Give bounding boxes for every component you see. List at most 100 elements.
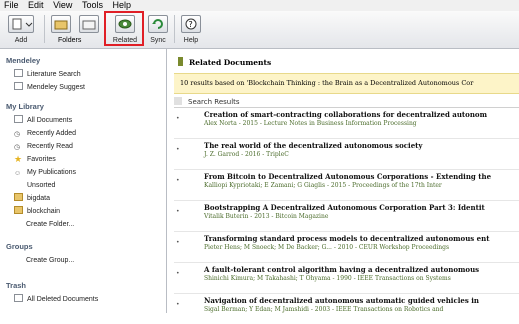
add-button[interactable]: Add: [4, 13, 38, 46]
sidebar-item-recently-read[interactable]: ◷ Recently Read: [14, 141, 73, 152]
new-folder-icon: [51, 15, 71, 33]
sidebar-item-label: Literature Search: [27, 71, 81, 78]
collapse-icon: [174, 97, 182, 105]
bullet-icon: •: [176, 115, 180, 122]
mendeley-heading: Mendeley: [6, 56, 41, 65]
create-group-link[interactable]: Create Group...: [26, 255, 74, 266]
sidebar-item-label: All Documents: [27, 117, 73, 124]
related-documents-icon: [178, 57, 183, 66]
result-item[interactable]: • Bootstrapping A Decentralized Autonomou…: [174, 201, 519, 232]
toolbar-separator: [44, 15, 45, 43]
sidebar-item-all-documents[interactable]: All Documents: [14, 115, 72, 126]
trash-heading: Trash: [6, 281, 27, 290]
search-document-icon: [14, 69, 23, 77]
result-item[interactable]: • A fault-tolerant control algorithm havi…: [174, 263, 519, 294]
result-item[interactable]: • Transforming standard process models to…: [174, 232, 519, 263]
result-item[interactable]: • The real world of the decentralized aut…: [174, 139, 519, 170]
sidebar-item-label: Unsorted: [27, 182, 56, 189]
suggest-icon: [14, 82, 23, 90]
sidebar-item-label: bigdata: [27, 195, 50, 202]
sidebar-item-bigdata[interactable]: bigdata: [14, 193, 50, 204]
sidebar-item-label: Recently Added: [27, 130, 77, 137]
clock-icon: ◷: [14, 144, 21, 151]
trash-icon: [14, 294, 23, 302]
sidebar-item-favorites[interactable]: ★ Favorites: [14, 154, 56, 165]
sidebar-item-label: All Deleted Documents: [27, 296, 99, 303]
result-item[interactable]: • Navigation of decentralized autonomous …: [174, 294, 519, 324]
add-label: Add: [14, 37, 28, 44]
bullet-icon: •: [176, 177, 180, 184]
bullet-icon: •: [176, 208, 180, 215]
result-title[interactable]: Navigation of decentralized autonomous a…: [204, 296, 479, 305]
result-title[interactable]: From Bitcoin to Decentralized Autonomous…: [204, 172, 491, 181]
svg-text:?: ?: [189, 20, 193, 29]
my-library-heading: My Library: [6, 102, 44, 111]
sidebar-item-label: blockchain: [27, 208, 61, 215]
sidebar-item-my-publications[interactable]: ☺ My Publications: [14, 167, 76, 178]
result-meta: Pieter Hens; M Snoeck; M De Backer; G...…: [204, 244, 450, 251]
result-title[interactable]: The real world of the decentralized auto…: [204, 141, 422, 150]
sync-label: Sync: [150, 37, 166, 44]
result-title[interactable]: A fault-tolerant control algorithm havin…: [204, 265, 479, 274]
sync-icon: [148, 15, 168, 33]
pane-title-text: Related Documents: [189, 58, 272, 67]
help-button[interactable]: ? Help: [178, 13, 204, 46]
bullet-icon: •: [176, 146, 180, 153]
result-meta: Kalliopi Kypriotaki; E Zamani; G Giaglis…: [204, 182, 442, 189]
sidebar-item-label: Recently Read: [27, 143, 73, 150]
sidebar-item-all-deleted[interactable]: All Deleted Documents: [14, 294, 98, 305]
result-meta: Alex Norta - 2015 - Lecture Notes in Bus…: [204, 120, 417, 127]
related-highlight-box: [104, 11, 144, 46]
search-results-label: Search Results: [188, 98, 240, 106]
related-documents-pane: Related Documents 10 results based on 'B…: [168, 49, 519, 313]
result-title[interactable]: Bootstrapping A Decentralized Autonomous…: [204, 203, 485, 212]
toolbar-separator: [174, 15, 175, 43]
help-icon: ?: [181, 15, 201, 33]
blank-icon: [14, 180, 23, 188]
folder-icon: [79, 15, 99, 33]
sidebar-item-mendeley-suggest[interactable]: Mendeley Suggest: [14, 82, 85, 93]
groups-heading: Groups: [6, 242, 33, 251]
sidebar-item-recently-added[interactable]: ◷ Recently Added: [14, 128, 76, 139]
create-folder-link[interactable]: Create Folder...: [26, 219, 74, 230]
sidebar-item-label: Favorites: [27, 156, 56, 163]
menu-edit[interactable]: Edit: [24, 0, 47, 11]
result-meta: Vitalik Buterin - 2013 - Bitcoin Magazin…: [204, 213, 329, 220]
menu-bar: File Edit View Tools Help: [0, 0, 519, 11]
folders-label: Folders: [58, 37, 82, 44]
search-results-header[interactable]: Search Results: [174, 97, 519, 108]
results-banner: 10 results based on 'Blockchain Thinking…: [174, 73, 519, 94]
sidebar-item-label: Mendeley Suggest: [27, 84, 85, 91]
result-item[interactable]: • Creation of smart-contracting collabora…: [174, 108, 519, 139]
clock-icon: ◷: [14, 131, 21, 138]
toolbar: Add Folders Related Sync ? Help: [0, 11, 519, 49]
sidebar-item-unsorted[interactable]: Unsorted: [14, 180, 55, 191]
result-meta: Sigal Berman; Y Edan; M Jamshidi - 2003 …: [204, 306, 444, 313]
bullet-icon: •: [176, 239, 180, 246]
menu-help[interactable]: Help: [108, 0, 134, 11]
sidebar-item-label: My Publications: [27, 169, 77, 176]
bullet-icon: •: [176, 270, 180, 277]
folder-icon: [14, 206, 23, 214]
banner-text: 10 results based on 'Blockchain Thinking…: [180, 79, 474, 87]
help-label: Help: [183, 37, 199, 44]
star-icon: ★: [14, 154, 23, 164]
pane-title: Related Documents: [178, 57, 271, 67]
result-meta: J. Z. Garrod - 2016 - TripleC: [204, 151, 289, 158]
result-meta: Shinichi Kimura; M Takahashi; T Ohyama -…: [204, 275, 451, 282]
sidebar-item-blockchain[interactable]: blockchain: [14, 206, 60, 217]
result-title[interactable]: Transforming standard process models to …: [204, 234, 489, 243]
result-item[interactable]: • From Bitcoin to Decentralized Autonomou…: [174, 170, 519, 201]
add-document-icon: [8, 15, 34, 33]
menu-file[interactable]: File: [0, 0, 22, 11]
sidebar: Mendeley Literature Search Mendeley Sugg…: [0, 49, 167, 313]
person-icon: ☺: [14, 170, 22, 177]
result-title[interactable]: Creation of smart-contracting collaborat…: [204, 110, 487, 119]
sidebar-item-literature-search[interactable]: Literature Search: [14, 69, 81, 80]
sync-button[interactable]: Sync: [146, 13, 170, 46]
menu-view[interactable]: View: [49, 0, 75, 11]
bullet-icon: •: [176, 301, 180, 308]
folder-icon: [14, 193, 23, 201]
menu-tools[interactable]: Tools: [78, 0, 106, 11]
all-documents-icon: [14, 115, 23, 123]
